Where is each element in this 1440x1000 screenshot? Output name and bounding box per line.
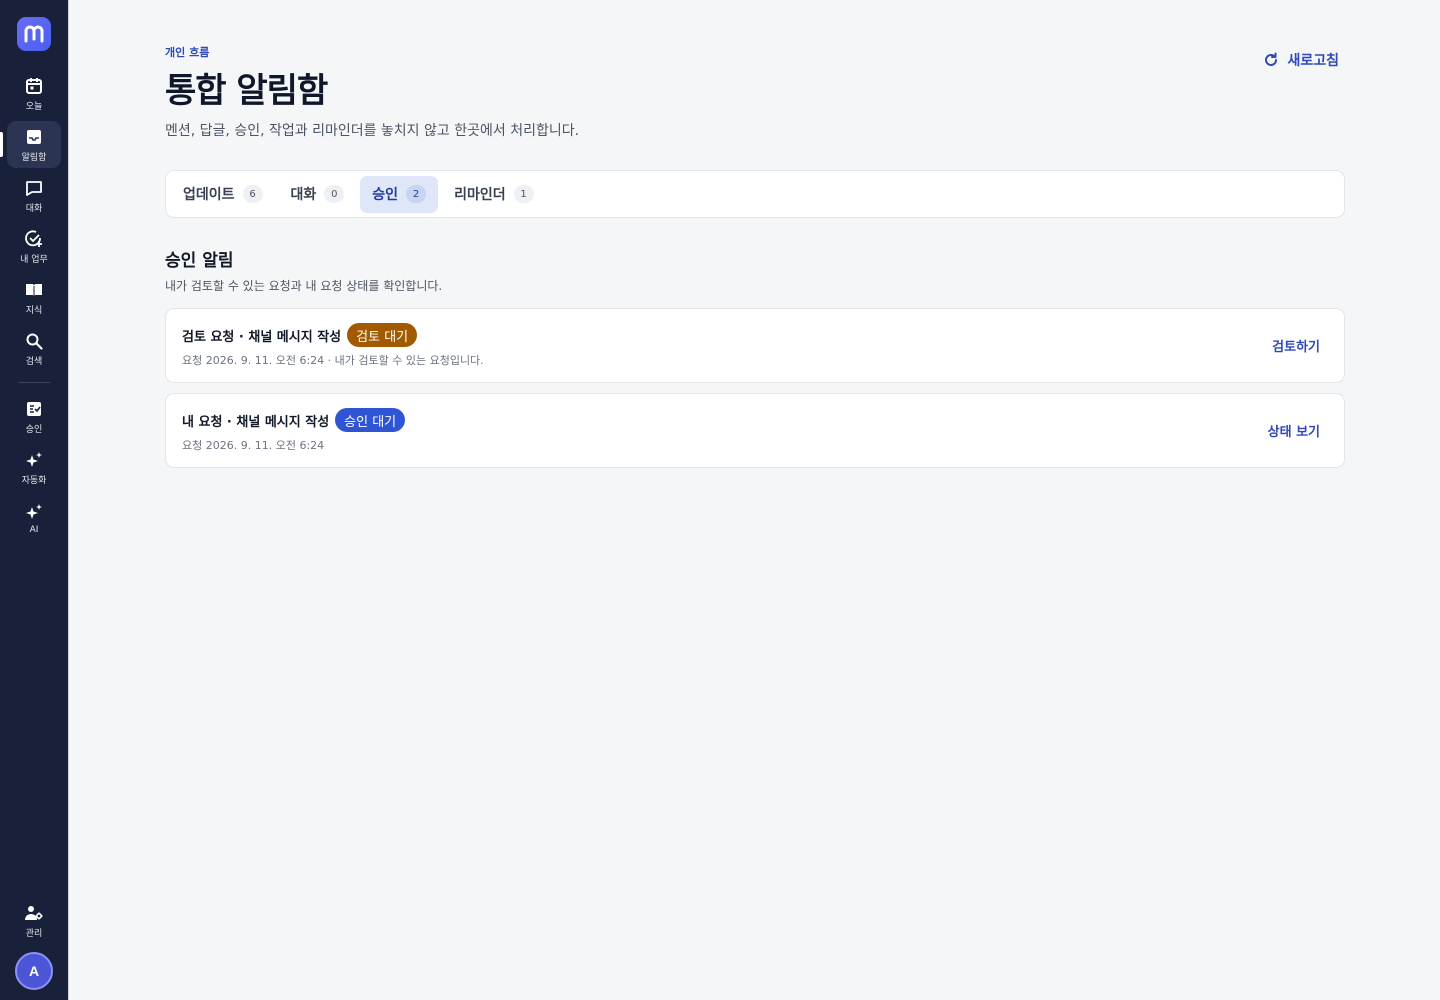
sidebar-item-ai[interactable]: AI xyxy=(7,495,61,542)
book-icon xyxy=(26,283,42,297)
tab-approvals[interactable]: 승인 2 xyxy=(360,175,439,213)
card-title: 검토 요청 · 채널 메시지 작성 xyxy=(182,329,342,345)
sidebar-item-approval[interactable]: 승인 xyxy=(7,393,61,440)
sidebar-item-label: 검색 xyxy=(25,356,43,367)
sidebar-item-label: AI xyxy=(29,525,39,535)
sparkles-icon xyxy=(26,504,42,519)
sidebar-item-search[interactable]: 검색 xyxy=(7,325,61,372)
page-title: 통합 알림함 xyxy=(165,71,328,111)
tab-label: 승인 xyxy=(372,187,399,203)
user-gear-icon xyxy=(25,905,43,920)
sidebar-nav: 오늘 알림함 대화 내 업무 지식 검색 승인 자동화 AI xyxy=(0,70,68,546)
sidebar-item-inbox[interactable]: 알림함 xyxy=(0,121,61,168)
sidebar: 오늘 알림함 대화 내 업무 지식 검색 승인 자동화 AI 관리 A xyxy=(0,0,68,1000)
sidebar-item-label: 대화 xyxy=(25,203,43,214)
section-description: 내가 검토할 수 있는 요청과 내 요청 상태를 확인합니다. xyxy=(165,279,443,293)
chat-icon xyxy=(26,180,42,196)
tab-conversations[interactable]: 대화 0 xyxy=(279,176,357,213)
sidebar-item-label: 내 업무 xyxy=(20,254,48,265)
tab-label: 업데이트 xyxy=(183,187,235,203)
page-subtitle: 멘션, 답글, 승인, 작업과 리마인더를 놓치지 않고 한곳에서 처리합니다. xyxy=(165,123,580,139)
sidebar-item-label: 오늘 xyxy=(25,101,43,112)
tab-updates[interactable]: 업데이트 6 xyxy=(171,176,275,213)
search-icon xyxy=(26,333,43,350)
sidebar-item-label: 지식 xyxy=(25,305,43,316)
review-button[interactable]: 검토하기 xyxy=(1272,336,1320,355)
check-circle-plus-icon xyxy=(25,229,42,247)
view-status-button[interactable]: 상태 보기 xyxy=(1268,421,1320,440)
refresh-label: 새로고침 xyxy=(1287,53,1339,69)
sidebar-item-today[interactable]: 오늘 xyxy=(7,70,61,117)
calendar-icon xyxy=(26,77,42,94)
m-logo-glyph xyxy=(24,25,44,43)
main-area: 개인 흐름 통합 알림함 멘션, 답글, 승인, 작업과 리마인더를 놓치지 않… xyxy=(68,0,1440,1000)
sidebar-divider xyxy=(18,382,50,383)
sidebar-item-admin[interactable]: 관리 xyxy=(7,897,61,944)
m-logo-icon[interactable] xyxy=(17,17,51,51)
sidebar-item-chat[interactable]: 대화 xyxy=(7,172,61,219)
tab-count-badge: 2 xyxy=(406,185,427,203)
status-badge: 검토 대기 xyxy=(347,323,418,347)
sidebar-item-label: 승인 xyxy=(25,424,43,435)
sidebar-item-label: 알림함 xyxy=(21,152,47,163)
tab-bar: 업데이트 6 대화 0 승인 2 리마인더 1 xyxy=(165,170,1345,218)
status-badge: 승인 대기 xyxy=(335,408,406,432)
tab-label: 리마인더 xyxy=(454,187,506,203)
sidebar-item-label: 자동화 xyxy=(21,475,47,486)
refresh-icon xyxy=(1265,52,1278,66)
tab-count-badge: 6 xyxy=(242,185,263,203)
tab-reminders[interactable]: 리마인더 1 xyxy=(442,176,546,213)
approval-card: 검토 요청 · 채널 메시지 작성 검토 대기 요청 2026. 9. 11. … xyxy=(165,308,1345,383)
tab-count-badge: 1 xyxy=(513,185,534,203)
sidebar-item-label: 관리 xyxy=(25,928,43,939)
approval-icon xyxy=(27,401,41,416)
sparkles-icon xyxy=(26,451,42,467)
approval-card: 내 요청 · 채널 메시지 작성 승인 대기 요청 2026. 9. 11. 오… xyxy=(165,393,1345,468)
sidebar-item-automation[interactable]: 자동화 xyxy=(7,444,61,491)
eyebrow-label: 개인 흐름 xyxy=(165,46,210,59)
card-meta: 요청 2026. 9. 11. 오전 6:24 · 내가 검토할 수 있는 요청… xyxy=(182,354,484,367)
tab-label: 대화 xyxy=(290,187,317,203)
tab-count-badge: 0 xyxy=(324,185,345,203)
card-title: 내 요청 · 채널 메시지 작성 xyxy=(182,414,330,430)
section-title: 승인 알림 xyxy=(165,251,234,271)
avatar[interactable]: A xyxy=(15,952,53,990)
sidebar-item-knowledge[interactable]: 지식 xyxy=(7,274,61,321)
inbox-icon xyxy=(27,129,41,144)
sidebar-bottom: 관리 A xyxy=(0,897,68,1000)
card-meta: 요청 2026. 9. 11. 오전 6:24 xyxy=(182,439,325,452)
sidebar-item-my-tasks[interactable]: 내 업무 xyxy=(7,223,61,270)
card-title-row: 검토 요청 · 채널 메시지 작성 검토 대기 xyxy=(182,323,418,347)
card-title-row: 내 요청 · 채널 메시지 작성 승인 대기 xyxy=(182,408,406,432)
refresh-button[interactable]: 새로고침 xyxy=(1263,50,1339,70)
